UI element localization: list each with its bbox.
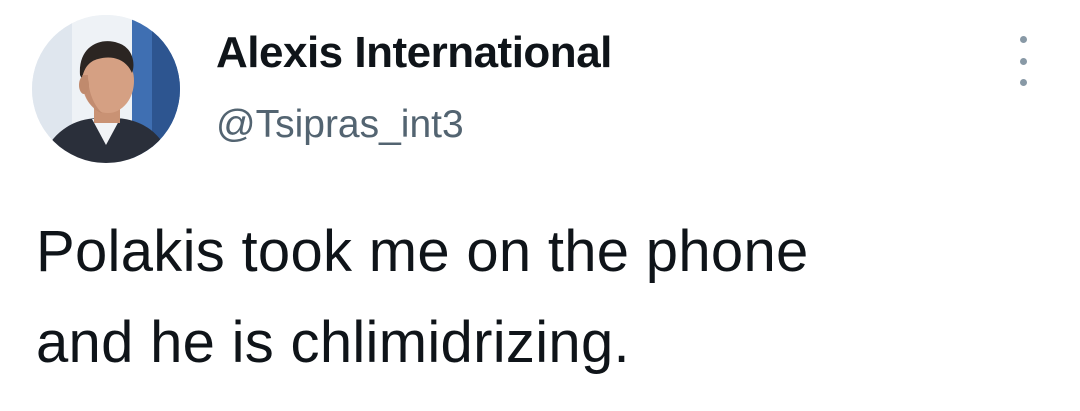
tweet-text-line: and he is chlimidrizing. [36,310,630,375]
tweet-text: Polakis took me on the phone and he is c… [36,206,1056,388]
tweet-card: Alexis International @Tsipras_int3 Polak… [0,0,1080,411]
avatar[interactable] [32,15,180,163]
profile-photo-icon [32,15,180,163]
dot [1019,36,1027,43]
tweet-text-line: Polakis took me on the phone [36,219,809,284]
dot [1019,57,1027,65]
display-name[interactable]: Alexis International [216,28,612,78]
user-handle[interactable]: @Tsipras_int3 [216,103,464,147]
dot [1019,79,1027,86]
more-options-icon[interactable] [1008,36,1038,86]
